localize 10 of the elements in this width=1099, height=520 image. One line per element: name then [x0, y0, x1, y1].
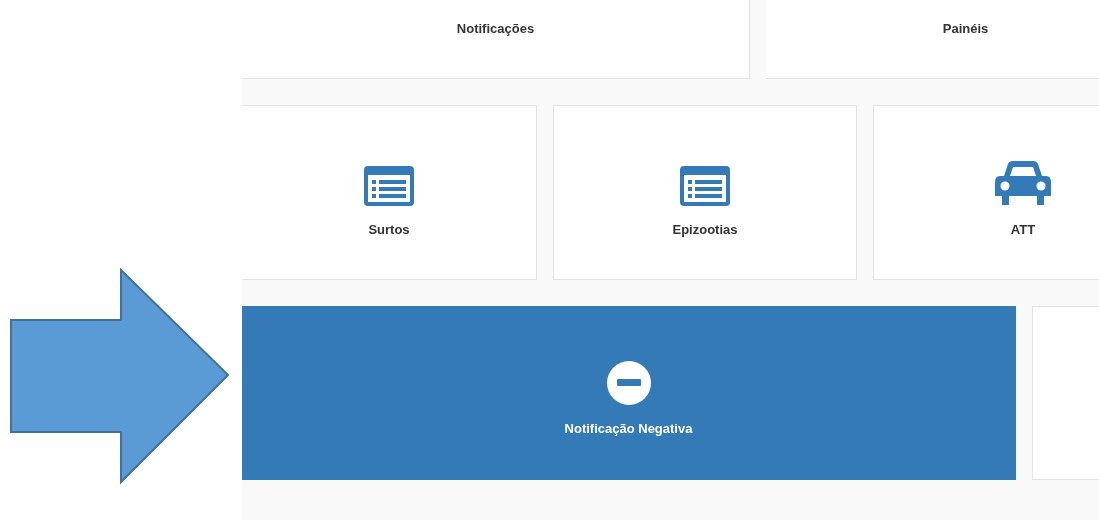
- list-window-icon: [680, 166, 730, 206]
- tile[interactable]: Painéis: [766, 0, 1099, 79]
- list-window-icon: [364, 166, 414, 206]
- tile[interactable]: Epizootias: [553, 105, 857, 280]
- car-icon: [994, 160, 1052, 206]
- tile[interactable]: Notificação Negativa: [242, 306, 1016, 480]
- tile[interactable]: Notificações: [242, 0, 750, 79]
- tile[interactable]: ATT: [873, 105, 1099, 280]
- tile[interactable]: Surtos: [242, 105, 537, 280]
- minus-circle-icon: [606, 361, 651, 405]
